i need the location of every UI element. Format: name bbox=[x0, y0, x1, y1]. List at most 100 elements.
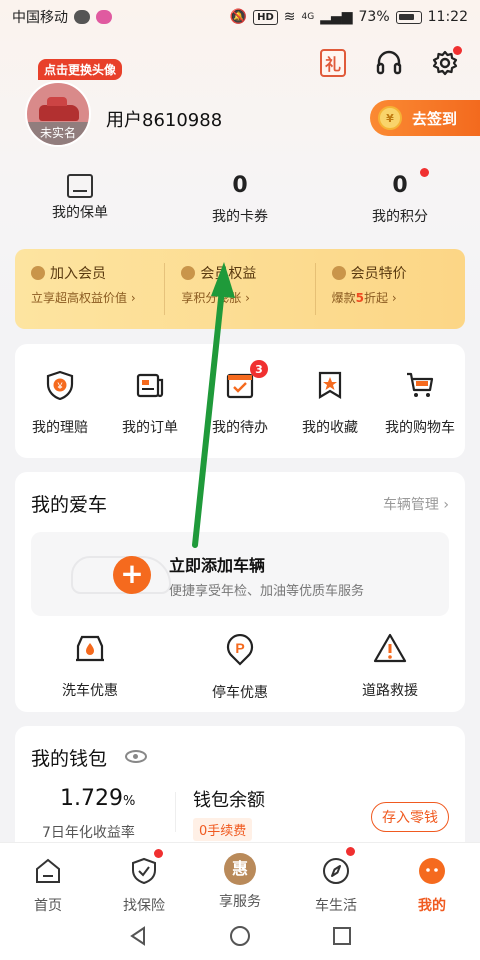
bottom-tab-bar: 首页 找保险 惠 享服务 车生活 我的 bbox=[0, 842, 480, 914]
avatar-car-image bbox=[39, 97, 79, 121]
stat-label: 我的卡券 bbox=[212, 209, 268, 225]
clock: 11:22 bbox=[427, 9, 468, 25]
member-sub: 立享超高权益价值 › bbox=[31, 291, 136, 305]
service-label: 停车优惠 bbox=[212, 685, 268, 701]
deposit-button[interactable]: 存入零钱 bbox=[371, 802, 449, 832]
policy-icon bbox=[67, 174, 93, 198]
quick-label: 我的待办 bbox=[212, 420, 268, 436]
balance-label: 钱包余额 bbox=[193, 790, 265, 811]
battery-icon bbox=[395, 10, 422, 24]
settings-button[interactable] bbox=[430, 46, 462, 78]
order-icon bbox=[136, 373, 164, 398]
eye-icon[interactable] bbox=[125, 750, 147, 763]
service-road-rescue[interactable]: 道路救援 bbox=[315, 632, 465, 702]
member-join[interactable]: 加入会员 立享超高权益价值 › bbox=[15, 263, 166, 315]
wallet-divider bbox=[175, 792, 176, 832]
member-benefits[interactable]: 会员权益 享积分膨胀 › bbox=[165, 263, 316, 315]
no-fee-badge: 0手续费 bbox=[193, 818, 253, 841]
hd-icon: HD bbox=[253, 9, 278, 25]
warning-icon bbox=[373, 633, 407, 663]
quick-label: 我的订单 bbox=[122, 420, 178, 436]
stat-label: 我的积分 bbox=[372, 209, 428, 225]
gift-button[interactable]: 礼 bbox=[318, 48, 348, 78]
add-vehicle-banner[interactable]: + 立即添加车辆 便捷享受年检、加油等优质车服务 bbox=[31, 532, 449, 616]
add-vehicle-title: 立即添加车辆 bbox=[169, 556, 266, 575]
car-services: 洗车优惠 P 停车优惠 道路救援 bbox=[15, 632, 465, 702]
stats-row: 我的保单 0 我的卡券 0 我的积分 bbox=[0, 168, 480, 226]
quick-label: 我的理赔 bbox=[32, 420, 88, 436]
app-notification-icon bbox=[96, 10, 112, 24]
gift-box-icon bbox=[181, 266, 196, 280]
signin-button[interactable]: ¥ 去签到 bbox=[370, 100, 480, 136]
quick-orders[interactable]: 我的订单 bbox=[105, 370, 195, 458]
todo-count-badge: 3 bbox=[250, 360, 268, 378]
signal-icon: ▂▄▆ bbox=[320, 9, 353, 25]
vehicle-management-link[interactable]: 车辆管理 › bbox=[383, 494, 449, 514]
member-sub-pre: 爆款 bbox=[331, 291, 356, 305]
headset-icon bbox=[376, 50, 402, 75]
member-title: 加入会员 bbox=[50, 266, 106, 282]
quick-actions-card: ¥ 我的理赔 我的订单 3 我的待办 我的收藏 我的购物车 bbox=[15, 344, 465, 458]
service-label: 道路救援 bbox=[362, 683, 418, 699]
yield-rate: 1.729% bbox=[60, 786, 135, 811]
tab-services[interactable]: 惠 享服务 bbox=[192, 843, 288, 912]
home-nav-icon[interactable] bbox=[229, 925, 251, 947]
tab-mine[interactable]: 我的 bbox=[384, 843, 480, 914]
member-title: 会员权益 bbox=[200, 266, 257, 282]
battery-percent: 73% bbox=[358, 9, 390, 25]
quick-todo[interactable]: 3 我的待办 bbox=[195, 360, 285, 458]
tab-car-life[interactable]: 车生活 bbox=[288, 843, 384, 914]
profile-icon bbox=[419, 858, 445, 884]
stat-policy[interactable]: 我的保单 bbox=[0, 170, 160, 226]
member-title: 会员特价 bbox=[350, 266, 407, 282]
member-deals[interactable]: 会员特价 爆款5折起 › bbox=[316, 263, 465, 315]
recents-icon[interactable] bbox=[331, 925, 353, 947]
add-vehicle-subtitle: 便捷享受年检、加油等优质车服务 bbox=[169, 584, 365, 599]
svg-text:¥: ¥ bbox=[56, 381, 63, 391]
yield-unit: % bbox=[122, 794, 136, 809]
stat-value: 0 bbox=[392, 173, 408, 198]
tab-find-insurance[interactable]: 找保险 bbox=[96, 843, 192, 914]
svg-text:P: P bbox=[235, 640, 244, 656]
member-sub: 享积分膨胀 › bbox=[181, 291, 250, 305]
carrier-label: 中国移动 bbox=[12, 10, 68, 26]
star-bookmark-icon bbox=[318, 371, 342, 399]
wifi-icon: ≋ bbox=[283, 9, 296, 25]
system-nav-bar bbox=[0, 912, 480, 960]
change-avatar-tag[interactable]: 点击更换头像 bbox=[38, 59, 123, 80]
parking-icon: P bbox=[226, 634, 254, 666]
service-parking[interactable]: P 停车优惠 bbox=[165, 632, 315, 702]
home-icon bbox=[36, 858, 60, 883]
shield-check-icon bbox=[132, 857, 156, 885]
stat-label: 我的保单 bbox=[52, 205, 108, 221]
settings-notification-dot bbox=[453, 46, 462, 55]
signal-label: 4G bbox=[301, 12, 315, 22]
signin-label: 去签到 bbox=[412, 109, 458, 128]
quick-label: 我的收藏 bbox=[302, 420, 358, 436]
tab-home[interactable]: 首页 bbox=[0, 843, 96, 914]
quick-cart[interactable]: 我的购物车 bbox=[375, 370, 465, 458]
crown-icon bbox=[31, 266, 45, 280]
member-sub-highlight: 5 bbox=[355, 291, 365, 305]
todo-icon bbox=[226, 373, 254, 399]
wallet-title: 我的钱包 bbox=[31, 748, 108, 770]
stat-points[interactable]: 0 我的积分 bbox=[320, 168, 480, 226]
stat-value: 0 bbox=[232, 173, 248, 198]
service-label: 洗车优惠 bbox=[62, 683, 118, 699]
shield-yen-icon: ¥ bbox=[46, 370, 74, 401]
add-vehicle-button[interactable]: + bbox=[113, 556, 151, 594]
avatar-verify-label: 未实名 bbox=[27, 122, 89, 145]
member-sub: 爆款5折起 › bbox=[332, 289, 465, 306]
customer-service-button[interactable] bbox=[374, 48, 404, 78]
back-icon[interactable] bbox=[127, 925, 149, 947]
points-notification-dot bbox=[420, 168, 429, 177]
wallet-card: 我的钱包 1.729% 7日年化收益率 钱包余额 0手续费 存入零钱 bbox=[15, 726, 465, 856]
service-car-wash[interactable]: 洗车优惠 bbox=[15, 632, 165, 702]
stat-coupons[interactable]: 0 我的卡券 bbox=[160, 170, 320, 226]
quick-claims[interactable]: ¥ 我的理赔 bbox=[15, 370, 105, 458]
tag-icon bbox=[331, 266, 346, 280]
quick-favorites[interactable]: 我的收藏 bbox=[285, 370, 375, 458]
avatar[interactable]: 未实名 bbox=[25, 81, 91, 147]
membership-card: 加入会员 立享超高权益价值 › 会员权益 享积分膨胀 › 会员特价 爆款5折起 … bbox=[15, 249, 465, 329]
quick-label: 我的购物车 bbox=[385, 420, 455, 436]
